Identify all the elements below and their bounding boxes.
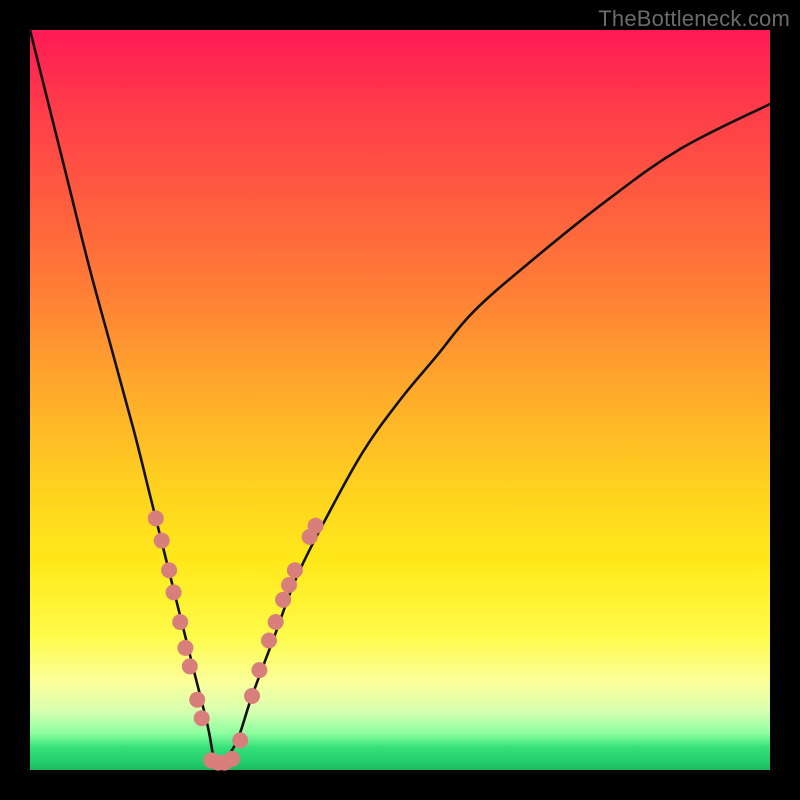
watermark-text: TheBottleneck.com bbox=[598, 6, 790, 32]
bottleneck-curve bbox=[30, 30, 770, 767]
range-dot bbox=[275, 592, 291, 608]
range-dot bbox=[166, 584, 182, 600]
range-dot bbox=[154, 533, 170, 549]
range-dot bbox=[189, 692, 205, 708]
range-dot bbox=[232, 732, 248, 748]
range-dot bbox=[224, 751, 240, 767]
range-dot bbox=[172, 614, 188, 630]
range-dot bbox=[251, 662, 267, 678]
curve-layer bbox=[30, 30, 770, 767]
range-dot bbox=[268, 614, 284, 630]
range-dot bbox=[244, 688, 260, 704]
range-dot bbox=[194, 710, 210, 726]
range-dot bbox=[182, 658, 198, 674]
chart-frame: TheBottleneck.com bbox=[0, 0, 800, 800]
range-dot bbox=[161, 562, 177, 578]
range-dot bbox=[177, 640, 193, 656]
range-dot bbox=[281, 577, 297, 593]
bottleneck-chart bbox=[30, 30, 770, 770]
highlight-dots bbox=[148, 510, 324, 770]
range-dot bbox=[308, 518, 324, 534]
range-dot bbox=[287, 562, 303, 578]
range-dot bbox=[261, 633, 277, 649]
range-dot bbox=[148, 510, 164, 526]
